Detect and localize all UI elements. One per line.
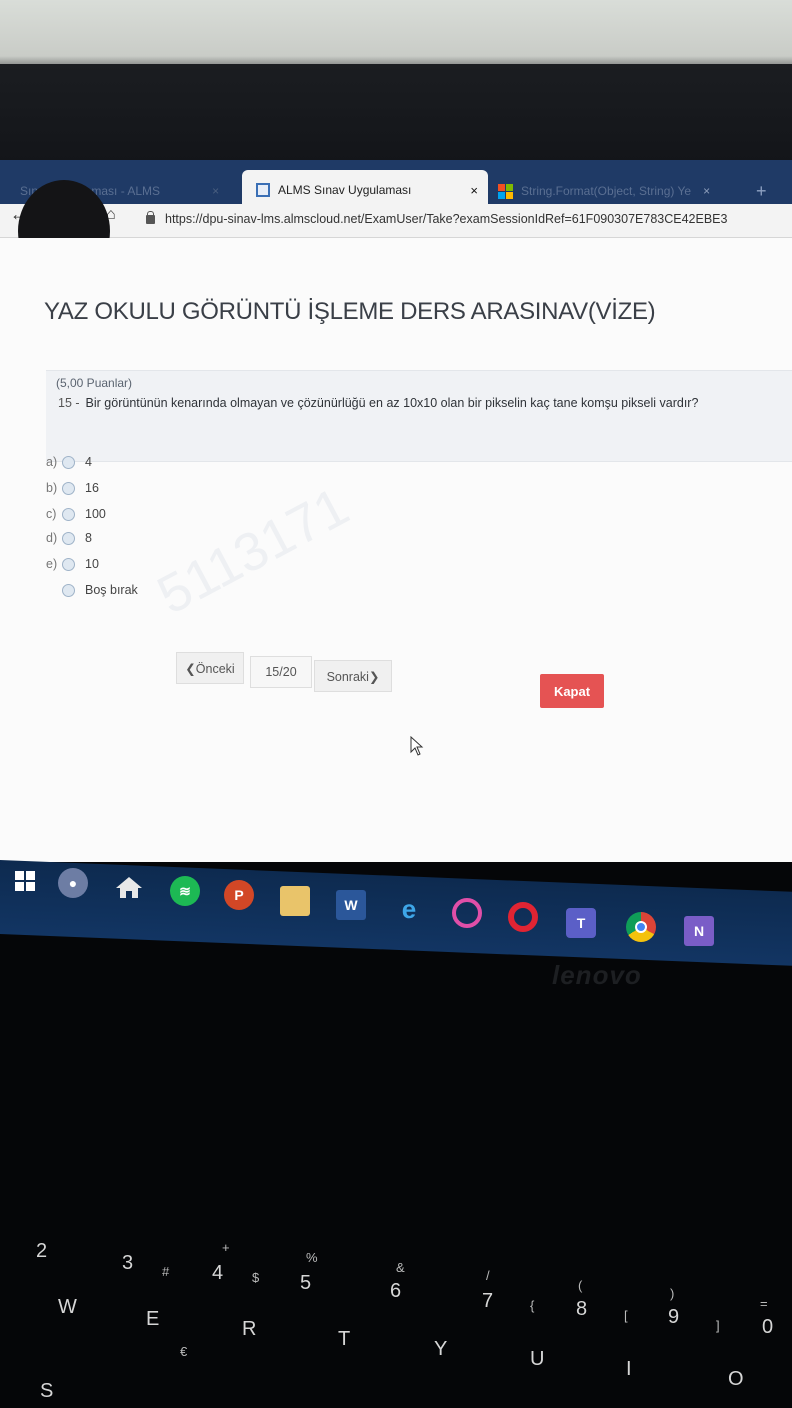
key-ampersand: & (396, 1260, 405, 1275)
radio-button[interactable] (62, 583, 75, 597)
key-t: T (338, 1328, 351, 1350)
exam-page (0, 238, 792, 862)
tab-label: ALMS Sınav Uygulaması (278, 183, 412, 197)
option-letter: d) (46, 531, 58, 545)
key-y: Y (434, 1338, 448, 1360)
close-icon[interactable]: × (212, 184, 219, 198)
opera-gx-icon[interactable] (452, 898, 482, 928)
radio-button[interactable] (62, 557, 75, 571)
teams-icon[interactable]: T (566, 908, 596, 938)
key-4: 4 (212, 1262, 224, 1284)
key-o: O (728, 1368, 744, 1390)
document-icon (256, 183, 270, 197)
radio-button[interactable] (62, 481, 75, 495)
question-text: 15 - Bir görüntünün kenarında olmayan ve … (58, 396, 698, 410)
opera-icon[interactable] (508, 902, 538, 932)
spotify-icon[interactable]: ≋ (170, 876, 200, 906)
key-s: S (40, 1380, 54, 1402)
option-letter: e) (46, 557, 58, 571)
key-9: 9 (668, 1306, 680, 1328)
option-value: Boş bırak (85, 583, 138, 597)
question-body: Bir görüntünün kenarında olmayan ve çözü… (85, 396, 699, 410)
tab-label: String.Format(Object, String) Ye (521, 184, 692, 198)
cortana-icon[interactable]: ● (58, 868, 88, 898)
option-value: 4 (85, 455, 92, 469)
powerpoint-icon[interactable]: P (224, 880, 254, 910)
home-icon[interactable] (114, 872, 144, 902)
option-e[interactable]: e) 10 (46, 554, 99, 574)
option-letter: b) (46, 481, 58, 495)
page-title: YAZ OKULU GÖRÜNTÜ İŞLEME DERS ARASINAV(V… (44, 298, 656, 325)
file-explorer-icon[interactable] (280, 886, 310, 916)
lock-icon (146, 210, 155, 224)
option-value: 8 (85, 531, 92, 545)
visual-studio-icon[interactable]: N (684, 916, 714, 946)
key-hash: # (162, 1264, 170, 1279)
close-icon[interactable]: × (703, 184, 710, 198)
key-r: R (242, 1318, 257, 1340)
key-plus: + (222, 1240, 230, 1255)
laptop-bezel (0, 64, 792, 174)
question-panel (46, 370, 792, 462)
radio-button[interactable] (62, 455, 75, 469)
key-i: I (626, 1358, 632, 1380)
key-u: U (530, 1348, 545, 1370)
key-2: 2 (36, 1240, 48, 1262)
previous-button[interactable]: ❮Önceki (176, 652, 244, 684)
microsoft-logo-icon (498, 183, 513, 199)
key-5: 5 (300, 1272, 312, 1294)
key-0: 0 (762, 1316, 774, 1338)
key-e: E (146, 1308, 160, 1330)
close-exam-button[interactable]: Kapat (540, 674, 604, 708)
key-paren-open: ( (578, 1278, 583, 1293)
word-icon[interactable]: W (336, 890, 366, 920)
question-number: 15 - (58, 396, 80, 410)
option-skip[interactable]: Boş bırak (46, 580, 138, 600)
option-letter: a) (46, 455, 58, 469)
edge-icon[interactable]: e (394, 894, 424, 924)
key-w: W (58, 1296, 77, 1318)
option-a[interactable]: a) 4 (46, 452, 92, 472)
next-button[interactable]: Sonraki❯ (314, 660, 392, 692)
page-indicator: 15/20 (250, 656, 312, 688)
chrome-icon[interactable] (626, 912, 656, 942)
key-percent: % (306, 1250, 318, 1265)
option-b[interactable]: b) 16 (46, 478, 99, 498)
mouse-cursor-icon (410, 736, 424, 756)
key-brace: { (530, 1298, 535, 1313)
option-value: 16 (85, 481, 99, 495)
option-value: 10 (85, 557, 99, 571)
key-equals: = (760, 1296, 768, 1311)
option-d[interactable]: d) 8 (46, 528, 92, 548)
close-icon[interactable]: × (470, 183, 478, 198)
url-field[interactable]: https://dpu-sinav-lms.almscloud.net/Exam… (146, 210, 728, 226)
option-c[interactable]: c) 100 (46, 504, 106, 524)
radio-button[interactable] (62, 531, 75, 545)
windows-start-icon[interactable] (10, 866, 40, 896)
key-3: 3 (122, 1252, 134, 1274)
option-value: 100 (85, 507, 106, 521)
key-bracket-close: ] (716, 1318, 720, 1333)
url-text: https://dpu-sinav-lms.almscloud.net/Exam… (165, 212, 728, 226)
key-euro: € (180, 1344, 188, 1359)
key-bracket: [ (624, 1308, 628, 1323)
question-points: (5,00 Puanlar) (56, 376, 133, 390)
key-7: 7 (482, 1290, 494, 1312)
lenovo-logo: lenovo (552, 960, 642, 990)
option-letter: c) (46, 507, 57, 521)
key-6: 6 (390, 1280, 402, 1302)
key-slash: / (486, 1268, 490, 1283)
key-dollar: $ (252, 1270, 260, 1285)
key-paren-close: ) (670, 1286, 675, 1301)
radio-button[interactable] (62, 507, 75, 521)
key-8: 8 (576, 1298, 588, 1320)
